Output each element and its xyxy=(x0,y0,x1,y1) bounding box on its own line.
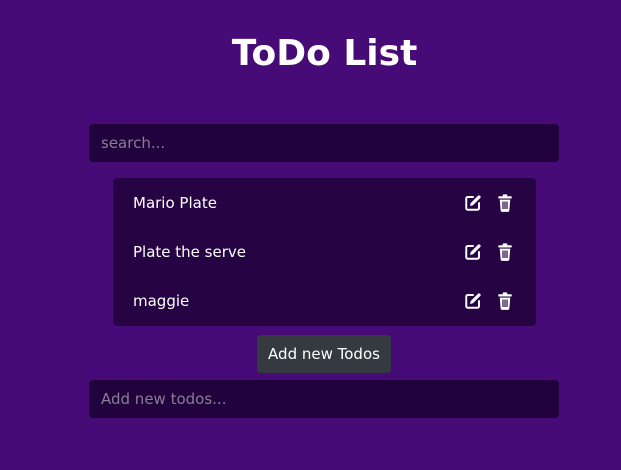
todo-item: maggie xyxy=(113,276,536,325)
edit-icon[interactable] xyxy=(462,290,484,312)
todo-text: Mario Plate xyxy=(133,193,217,212)
trash-icon[interactable] xyxy=(494,192,516,214)
add-todo-button[interactable]: Add new Todos xyxy=(257,335,391,373)
trash-icon[interactable] xyxy=(494,290,516,312)
todo-item: Plate the serve xyxy=(113,227,536,276)
trash-icon[interactable] xyxy=(494,241,516,263)
search-input[interactable] xyxy=(89,124,559,162)
edit-icon[interactable] xyxy=(462,241,484,263)
todo-item: Mario Plate xyxy=(113,178,536,227)
edit-icon[interactable] xyxy=(462,192,484,214)
page-title: ToDo List xyxy=(231,33,418,74)
todo-text: maggie xyxy=(133,291,190,310)
todo-text: Plate the serve xyxy=(133,242,246,261)
todo-list: Mario Plate Plate the serve maggie xyxy=(113,178,536,326)
add-todo-input[interactable] xyxy=(89,380,559,418)
